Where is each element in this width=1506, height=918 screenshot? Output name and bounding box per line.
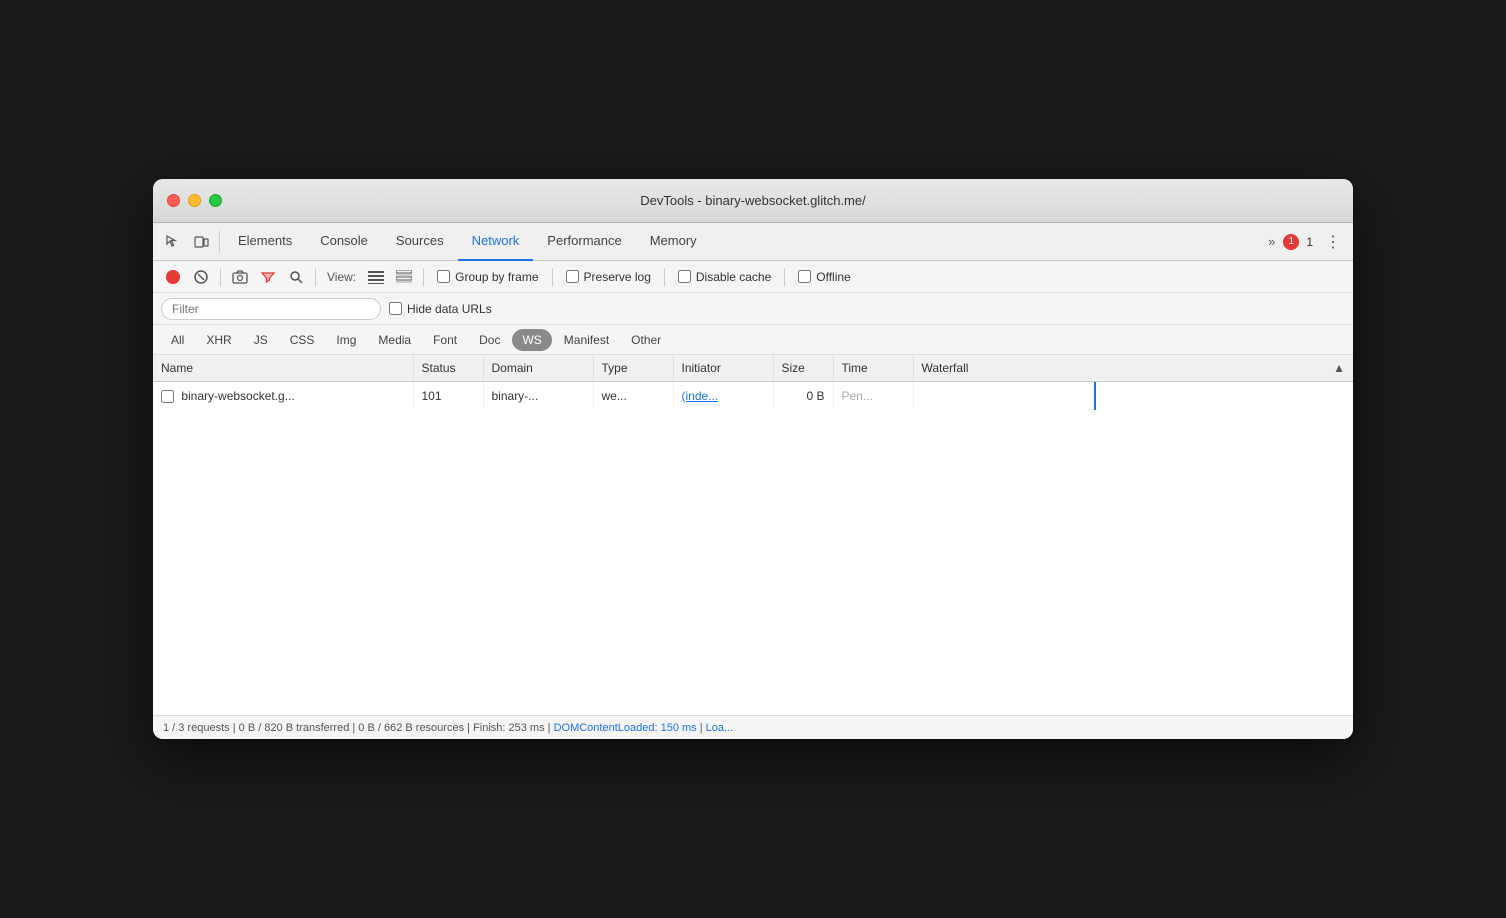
filter-all[interactable]: All <box>161 329 194 351</box>
type-filter-bar: All XHR JS CSS Img Media Font Doc WS Man… <box>153 325 1353 355</box>
devtools-menu-button[interactable]: ⋮ <box>1319 228 1347 256</box>
toolbar-sep-1 <box>220 268 221 286</box>
filter-other[interactable]: Other <box>621 329 671 351</box>
col-status[interactable]: Status <box>413 355 483 382</box>
window-title: DevTools - binary-websocket.glitch.me/ <box>640 193 865 208</box>
tab-elements[interactable]: Elements <box>224 223 306 261</box>
cell-time: Pen... <box>833 382 913 410</box>
hide-data-urls-label[interactable]: Hide data URLs <box>389 302 492 316</box>
col-name[interactable]: Name <box>153 355 413 382</box>
network-table: Name Status Domain Type Initiator <box>153 355 1353 410</box>
tab-memory[interactable]: Memory <box>636 223 711 261</box>
sort-indicator: ▲ <box>1333 361 1345 375</box>
error-badge-container: 1 1 <box>1283 234 1313 250</box>
toolbar-sep-5 <box>664 268 665 286</box>
toolbar-sep-2 <box>315 268 316 286</box>
disable-cache-checkbox[interactable] <box>678 270 691 283</box>
preserve-log-label[interactable]: Preserve log <box>566 270 651 284</box>
filter-button[interactable] <box>256 265 280 289</box>
tab-separator-1 <box>219 231 220 253</box>
table-header: Name Status Domain Type Initiator <box>153 355 1353 382</box>
offline-checkbox[interactable] <box>798 270 811 283</box>
toolbar-sep-3 <box>423 268 424 286</box>
tab-sources[interactable]: Sources <box>382 223 458 261</box>
inspect-element-button[interactable] <box>159 228 187 256</box>
group-by-frame-label[interactable]: Group by frame <box>437 270 538 284</box>
network-toolbar: View: Group by frame <box>153 261 1353 293</box>
preserve-log-checkbox[interactable] <box>566 270 579 283</box>
initiator-link[interactable]: (inde... <box>682 389 719 403</box>
group-by-frame-checkbox[interactable] <box>437 270 450 283</box>
filter-img[interactable]: Img <box>326 329 366 351</box>
toolbar-sep-4 <box>552 268 553 286</box>
table-body: binary-websocket.g... 101 binary-... we.… <box>153 382 1353 410</box>
filter-ws[interactable]: WS <box>512 329 551 351</box>
col-type[interactable]: Type <box>593 355 673 382</box>
error-badge: 1 <box>1283 234 1299 250</box>
screenshot-button[interactable] <box>228 265 252 289</box>
devtools-tabs-bar: Elements Console Sources Network Perform… <box>153 223 1353 261</box>
col-initiator[interactable]: Initiator <box>673 355 773 382</box>
disable-cache-label[interactable]: Disable cache <box>678 270 771 284</box>
list-view-button[interactable] <box>364 265 388 289</box>
col-size[interactable]: Size <box>773 355 833 382</box>
cell-type: we... <box>593 382 673 410</box>
filter-input[interactable] <box>161 298 381 320</box>
resources-size: 0 B / 662 B resources <box>358 722 464 734</box>
filter-xhr[interactable]: XHR <box>196 329 241 351</box>
filter-media[interactable]: Media <box>368 329 421 351</box>
offline-label[interactable]: Offline <box>798 270 850 284</box>
cell-status: 101 <box>413 382 483 410</box>
load-time: Loa... <box>706 722 734 734</box>
minimize-button[interactable] <box>188 194 201 207</box>
tab-network[interactable]: Network <box>458 223 534 261</box>
col-domain[interactable]: Domain <box>483 355 593 382</box>
clear-button[interactable] <box>189 265 213 289</box>
waterfall-line <box>1094 382 1096 410</box>
row-checkbox[interactable] <box>161 390 174 403</box>
devtools-window: DevTools - binary-websocket.glitch.me/ E… <box>153 179 1353 739</box>
record-button[interactable] <box>161 265 185 289</box>
search-button[interactable] <box>284 265 308 289</box>
toolbar-sep-6 <box>784 268 785 286</box>
col-waterfall[interactable]: Waterfall ▲ <box>913 355 1353 382</box>
title-bar: DevTools - binary-websocket.glitch.me/ <box>153 179 1353 223</box>
cell-waterfall <box>913 382 1353 410</box>
filter-bar: Hide data URLs <box>153 293 1353 325</box>
hide-data-urls-checkbox[interactable] <box>389 302 402 315</box>
filter-manifest[interactable]: Manifest <box>554 329 619 351</box>
cell-domain: binary-... <box>483 382 593 410</box>
cell-size: 0 B <box>773 382 833 410</box>
table-row[interactable]: binary-websocket.g... 101 binary-... we.… <box>153 382 1353 410</box>
traffic-lights <box>167 194 222 207</box>
col-time[interactable]: Time <box>833 355 913 382</box>
maximize-button[interactable] <box>209 194 222 207</box>
network-table-container: Name Status Domain Type Initiator <box>153 355 1353 715</box>
tab-performance[interactable]: Performance <box>533 223 635 261</box>
filter-js[interactable]: JS <box>244 329 278 351</box>
transferred-size: 0 B / 820 B transferred <box>239 722 350 734</box>
requests-count: 1 / 3 requests <box>163 722 230 734</box>
filter-doc[interactable]: Doc <box>469 329 510 351</box>
cell-initiator: (inde... <box>673 382 773 410</box>
finish-time: Finish: 253 ms <box>473 722 545 734</box>
domcontentloaded-time: DOMContentLoaded: 150 ms <box>554 722 697 734</box>
large-view-button[interactable] <box>392 265 416 289</box>
more-tabs-button[interactable]: » <box>1260 223 1283 261</box>
record-icon <box>166 270 180 284</box>
close-button[interactable] <box>167 194 180 207</box>
filter-font[interactable]: Font <box>423 329 467 351</box>
cell-name: binary-websocket.g... <box>153 382 413 410</box>
tab-console[interactable]: Console <box>306 223 382 261</box>
filter-css[interactable]: CSS <box>280 329 325 351</box>
status-bar: 1 / 3 requests | 0 B / 820 B transferred… <box>153 715 1353 739</box>
view-label: View: <box>327 270 356 284</box>
device-toolbar-button[interactable] <box>187 228 215 256</box>
